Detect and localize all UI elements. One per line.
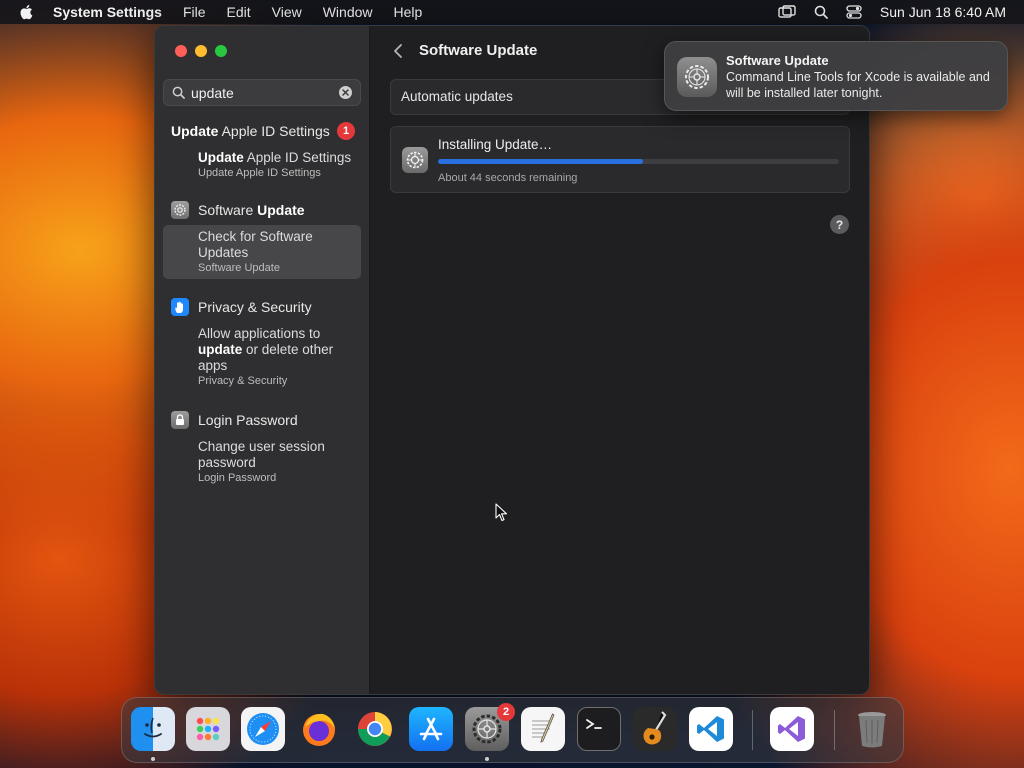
menu-help[interactable]: Help: [394, 4, 423, 20]
clear-search-icon[interactable]: [339, 86, 352, 99]
vscode-icon[interactable]: [689, 707, 733, 751]
software-update-gear-icon: [402, 147, 428, 173]
time-remaining-text: About 44 seconds remaining: [438, 172, 578, 184]
notification-title: Software Update: [726, 53, 829, 68]
install-status-title: Installing Update…: [438, 137, 553, 152]
header-text: Login Password: [198, 412, 298, 428]
result-group-login-password: Login Password Change user session passw…: [163, 409, 361, 489]
dock: 2: [121, 697, 904, 763]
launchpad-icon[interactable]: [186, 707, 230, 751]
hand-icon: [171, 298, 189, 316]
notification-banner[interactable]: Software Update Command Line Tools for X…: [664, 41, 1008, 111]
minimize-window-button[interactable]: [195, 45, 207, 57]
result-title: Change user session password: [198, 439, 325, 470]
menu-edit[interactable]: Edit: [227, 4, 251, 20]
result-match-text: Update: [198, 150, 244, 165]
screen-mirroring-icon[interactable]: [778, 5, 796, 19]
window-controls: [175, 45, 227, 57]
header-text: Privacy & Security: [198, 299, 312, 315]
result-group-software-update: Software Update Check for Software Updat…: [163, 199, 361, 279]
sidebar: Update Apple ID Settings 1 Update Apple …: [155, 26, 370, 694]
page-title: Software Update: [419, 42, 538, 59]
result-match-text: update: [198, 342, 243, 357]
result-subtitle: Software Update: [198, 262, 280, 274]
textedit-icon[interactable]: [521, 707, 565, 751]
menu-app-name[interactable]: System Settings: [53, 4, 162, 20]
help-button[interactable]: ?: [830, 215, 849, 234]
group-header-software-update[interactable]: Software Update: [163, 199, 361, 221]
group-header-privacy-security[interactable]: Privacy & Security: [163, 296, 361, 318]
control-center-icon[interactable]: [846, 5, 862, 19]
header-rest-text: Software: [198, 202, 258, 218]
result-check-for-software-updates[interactable]: Check for Software Updates Software Upda…: [163, 225, 361, 279]
menu-clock[interactable]: Sun Jun 18 6:40 AM: [880, 4, 1006, 20]
apple-menu-icon[interactable]: [18, 3, 36, 21]
result-subtitle: Privacy & Security: [198, 375, 288, 387]
automatic-updates-label: Automatic updates: [401, 89, 513, 104]
menu-file[interactable]: File: [183, 4, 206, 20]
result-group-apple-id: Update Apple ID Settings 1 Update Apple …: [163, 120, 361, 184]
firefox-icon[interactable]: [297, 707, 341, 751]
zoom-window-button[interactable]: [215, 45, 227, 57]
trash-icon[interactable]: [850, 707, 894, 751]
mouse-pointer-icon: [495, 503, 508, 522]
header-rest-text: Apple ID Settings: [218, 123, 330, 139]
close-window-button[interactable]: [175, 45, 187, 57]
result-group-privacy-security: Privacy & Security Allow applications to…: [163, 296, 361, 392]
install-progress-bar: [438, 159, 839, 164]
app-store-icon[interactable]: [409, 707, 453, 751]
settings-running-indicator: [485, 757, 489, 761]
search-input[interactable]: [191, 84, 331, 101]
result-rest-text: Apple ID Settings: [243, 150, 352, 165]
menu-window[interactable]: Window: [323, 4, 373, 20]
garageband-icon[interactable]: [633, 707, 677, 751]
spotlight-search-icon[interactable]: [814, 5, 828, 19]
result-update-apple-id-settings[interactable]: Update Apple ID Settings Update Apple ID…: [163, 146, 361, 184]
result-title: Check for Software Updates: [198, 229, 313, 260]
result-subtitle: Update Apple ID Settings: [198, 167, 321, 179]
system-settings-window: Update Apple ID Settings 1 Update Apple …: [154, 25, 870, 695]
result-allow-applications-update[interactable]: Allow applications to update or delete o…: [163, 322, 361, 392]
chevron-left-icon[interactable]: [392, 43, 404, 59]
sidebar-search[interactable]: [163, 79, 361, 106]
header-match-text: Update: [171, 123, 219, 139]
safari-icon[interactable]: [241, 707, 285, 751]
finder-running-indicator: [151, 757, 155, 761]
dock-separator: [752, 710, 753, 750]
search-icon: [172, 86, 185, 99]
terminal-icon[interactable]: [577, 707, 621, 751]
lock-icon: [171, 411, 189, 429]
installing-update-panel: Installing Update… About 44 seconds rema…: [390, 126, 850, 193]
result-subtitle: Login Password: [198, 472, 277, 484]
notification-body: Command Line Tools for Xcode is availabl…: [726, 70, 990, 100]
chrome-icon[interactable]: [353, 707, 397, 751]
menu-view[interactable]: View: [272, 4, 302, 20]
result-change-user-session-password[interactable]: Change user session password Login Passw…: [163, 435, 361, 489]
main-pane: Software Update Automatic updates Instal…: [370, 26, 869, 694]
header-match-text: Update: [257, 202, 305, 218]
gear-icon: [171, 201, 189, 219]
group-header-apple-id[interactable]: Update Apple ID Settings 1: [163, 120, 361, 142]
visual-studio-icon[interactable]: [770, 707, 814, 751]
dock-separator: [834, 710, 835, 750]
menu-bar: System Settings File Edit View Window He…: [0, 0, 1024, 24]
finder-icon[interactable]: [131, 707, 175, 751]
notification-badge: 1: [337, 122, 355, 140]
result-pre-text: Allow applications to: [198, 326, 321, 341]
software-update-gear-icon: [677, 57, 717, 97]
system-settings-dock-icon[interactable]: 2: [465, 703, 515, 751]
install-progress-fill: [438, 159, 643, 164]
settings-dock-badge: 2: [497, 703, 515, 721]
group-header-login-password[interactable]: Login Password: [163, 409, 361, 431]
